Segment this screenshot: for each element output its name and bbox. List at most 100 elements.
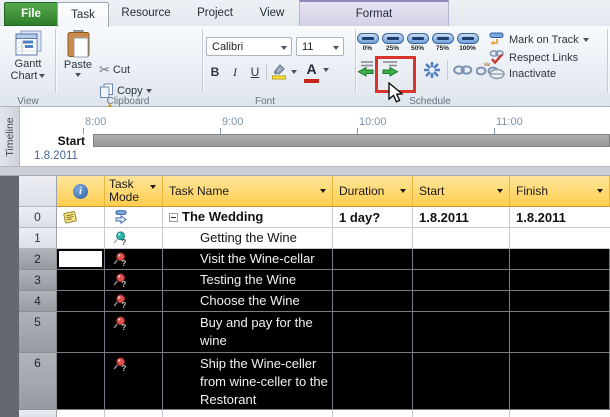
gantt-chart-button[interactable]: Gantt Chart xyxy=(6,30,50,82)
percent-100-button[interactable] xyxy=(457,33,479,44)
cell-start[interactable] xyxy=(413,291,510,312)
cell-start[interactable] xyxy=(413,312,510,353)
cell-finish[interactable] xyxy=(510,312,610,353)
table-row-2[interactable]: 2 ? Visit the Wine-cellar xyxy=(19,249,610,270)
table-row-6[interactable]: 6 ? Ship the Wine-celler from wine-celle… xyxy=(19,353,610,410)
split-task-button[interactable] xyxy=(424,62,440,78)
cell-task-mode[interactable]: ? xyxy=(105,353,163,410)
row-header[interactable]: 6 xyxy=(19,353,57,410)
filter-arrow-icon[interactable] xyxy=(497,189,503,193)
row-header[interactable]: 2 xyxy=(19,249,57,270)
table-row-4[interactable]: 4 ? Choose the Wine xyxy=(19,291,610,312)
cell-task-mode[interactable]: ? xyxy=(105,312,163,353)
filter-arrow-icon[interactable] xyxy=(597,189,603,193)
table-row-1[interactable]: 1 ? Getting the Wine xyxy=(19,228,610,249)
table-row-7-partial[interactable] xyxy=(19,410,610,417)
percent-25-button[interactable] xyxy=(382,33,404,44)
cell-finish[interactable] xyxy=(510,291,610,312)
cell-duration[interactable] xyxy=(333,228,413,249)
cell-start[interactable] xyxy=(413,249,510,270)
table-row-3[interactable]: 3 ? Testing the Wine xyxy=(19,270,610,291)
outdent-task-button[interactable] xyxy=(357,60,375,77)
cell-finish[interactable] xyxy=(510,353,610,410)
cell-start[interactable] xyxy=(413,353,510,410)
cell-duration[interactable] xyxy=(333,410,413,417)
cell-task-name[interactable]: The Wedding xyxy=(163,207,333,228)
cell-duration[interactable]: 1 day? xyxy=(333,207,413,228)
cell-start[interactable] xyxy=(413,270,510,291)
highlight-color-button[interactable] xyxy=(271,63,297,80)
percent-75-button[interactable] xyxy=(432,33,454,44)
header-info[interactable]: i xyxy=(57,176,105,207)
filter-arrow-icon[interactable] xyxy=(150,185,156,189)
cell-info[interactable] xyxy=(57,270,105,291)
cell-finish[interactable] xyxy=(510,228,610,249)
row-header[interactable]: 5 xyxy=(19,312,57,353)
timeline-pane-label-strip[interactable]: Timeline xyxy=(0,107,20,166)
cell-duration[interactable] xyxy=(333,291,413,312)
tab-file[interactable]: File xyxy=(4,2,58,26)
cell-task-name[interactable]: Buy and pay for the wine xyxy=(163,312,333,353)
cell-task-name[interactable] xyxy=(163,410,333,417)
cell-task-name[interactable]: Ship the Wine-celler from wine-celler to… xyxy=(163,353,333,410)
cell-start[interactable] xyxy=(413,228,510,249)
collapse-icon[interactable] xyxy=(169,212,178,222)
font-name-combo[interactable]: Calibri xyxy=(206,37,292,56)
table-row-5[interactable]: 5 ? Buy and pay for the wine xyxy=(19,312,610,353)
cell-task-mode[interactable] xyxy=(105,207,163,228)
timeline-bar[interactable] xyxy=(93,134,610,147)
cell-finish[interactable] xyxy=(510,410,610,417)
cut-button[interactable]: ✂ Cut xyxy=(99,62,130,78)
respect-links-button[interactable]: Respect Links xyxy=(489,50,578,65)
cell-info[interactable] xyxy=(57,353,105,410)
cell-info[interactable] xyxy=(57,228,105,249)
bold-button[interactable]: B xyxy=(206,63,224,81)
cell-task-mode[interactable] xyxy=(105,410,163,417)
tab-project[interactable]: Project xyxy=(188,2,242,24)
cell-info[interactable] xyxy=(57,291,105,312)
cell-task-name[interactable]: Choose the Wine xyxy=(163,291,333,312)
link-tasks-button[interactable] xyxy=(453,64,473,76)
row-header[interactable] xyxy=(19,410,57,417)
cell-task-name[interactable]: Testing the Wine xyxy=(163,270,333,291)
tab-format[interactable]: Format xyxy=(299,0,449,26)
tab-resource[interactable]: Resource xyxy=(113,2,179,24)
tab-task[interactable]: Task xyxy=(57,2,109,27)
cell-info[interactable] xyxy=(57,312,105,353)
cell-task-name[interactable]: Getting the Wine xyxy=(163,228,333,249)
cell-info[interactable] xyxy=(57,207,105,228)
filter-arrow-icon[interactable] xyxy=(400,189,406,193)
cell-info[interactable] xyxy=(57,410,105,417)
paste-button[interactable]: Paste xyxy=(60,30,96,77)
cell-task-mode[interactable]: ? xyxy=(105,228,163,249)
row-header[interactable]: 0 xyxy=(19,207,57,228)
header-start[interactable]: Start xyxy=(413,176,510,207)
pane-splitter[interactable] xyxy=(0,166,610,176)
italic-button[interactable]: I xyxy=(226,63,244,81)
percent-0-button[interactable] xyxy=(357,33,379,44)
cell-duration[interactable] xyxy=(333,353,413,410)
cell-task-mode[interactable]: ? xyxy=(105,249,163,270)
cell-finish[interactable] xyxy=(510,270,610,291)
row-header[interactable]: 4 xyxy=(19,291,57,312)
cell-finish[interactable] xyxy=(510,249,610,270)
mark-on-track-button[interactable]: Mark on Track xyxy=(489,32,589,47)
row-header[interactable]: 3 xyxy=(19,270,57,291)
tab-view[interactable]: View xyxy=(250,2,294,24)
font-size-combo[interactable]: 11 xyxy=(296,37,344,56)
font-color-button[interactable]: A xyxy=(304,61,329,83)
header-duration[interactable]: Duration xyxy=(333,176,413,207)
cell-task-name[interactable]: Visit the Wine-cellar xyxy=(163,249,333,270)
cell-duration[interactable] xyxy=(333,312,413,353)
filter-arrow-icon[interactable] xyxy=(320,189,326,193)
header-task-name[interactable]: Task Name xyxy=(163,176,333,207)
inactivate-button[interactable]: Inactivate xyxy=(489,68,556,80)
underline-button[interactable]: U xyxy=(246,63,264,81)
percent-50-button[interactable] xyxy=(407,33,429,44)
cell-finish[interactable]: 1.8.2011 xyxy=(510,207,610,228)
cell-duration[interactable] xyxy=(333,249,413,270)
table-row-0[interactable]: 0 The Wedding 1 day? 1.8.2011 1.8.2011 xyxy=(19,207,610,228)
cell-duration[interactable] xyxy=(333,270,413,291)
row-header[interactable]: 1 xyxy=(19,228,57,249)
active-cell[interactable] xyxy=(57,249,105,270)
